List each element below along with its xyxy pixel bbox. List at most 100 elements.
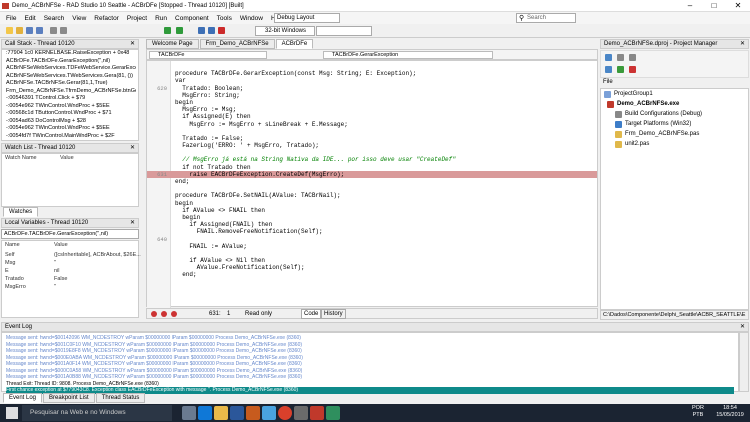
menu-view[interactable]: View xyxy=(68,15,90,22)
locals-context-select[interactable]: ACBrDFe.TACBrDFe.GerarException('',nil) xyxy=(1,229,139,239)
code-line[interactable]: // MsgErro já está na String Nativa da I… xyxy=(147,156,597,163)
code-line[interactable] xyxy=(147,250,597,257)
platform-select[interactable]: 32-bit Windows xyxy=(255,26,315,36)
add-icon[interactable] xyxy=(617,66,624,73)
save-icon[interactable] xyxy=(26,27,33,34)
code-line[interactable] xyxy=(147,149,597,156)
code-line[interactable]: 640 xyxy=(147,236,597,243)
locals-row-name[interactable]: MsgErro xyxy=(5,284,26,290)
call-stack-item[interactable]: -:00546391 TControl.Click + $79 xyxy=(2,95,136,103)
code-line[interactable]: AValue.FreeNotification(Self); xyxy=(147,264,597,271)
code-line[interactable]: begin xyxy=(147,214,597,221)
close-icon[interactable]: ✕ xyxy=(740,323,745,332)
call-stack-item[interactable]: ACBrDFe.TACBrDFe.GerarException('',nil) xyxy=(2,58,136,66)
app-icon[interactable] xyxy=(246,406,260,420)
tree-item-projectgroup[interactable]: ProjectGroup1 xyxy=(604,89,653,99)
clock[interactable]: 18:54 15/05/2019 xyxy=(714,405,746,419)
tab-watches[interactable]: Watches xyxy=(3,207,39,217)
call-stack-item[interactable]: ACBrNFSeWebServices.TWebServices.Gera(81… xyxy=(2,73,136,81)
keyboard-language[interactable]: POR PTB xyxy=(692,405,704,419)
remove-icon[interactable] xyxy=(629,66,636,73)
menu-search[interactable]: Search xyxy=(40,15,69,22)
locals-row-name[interactable]: Tratado xyxy=(5,276,24,282)
close-icon[interactable]: ✕ xyxy=(130,144,135,153)
menu-refactor[interactable]: Refactor xyxy=(90,15,123,22)
code-line[interactable]: MsgErro := Msg; xyxy=(147,106,597,113)
tab-history[interactable]: History xyxy=(321,309,346,319)
outlook-icon[interactable] xyxy=(230,406,244,420)
sync-icon[interactable] xyxy=(605,54,612,61)
code-line[interactable] xyxy=(147,185,597,192)
new-icon[interactable] xyxy=(6,27,13,34)
pause-icon[interactable] xyxy=(198,27,205,34)
locals-row-name[interactable]: Msg xyxy=(5,260,15,266)
expand-icon[interactable] xyxy=(629,54,636,61)
call-stack-item[interactable]: -:0054fd7f TWinControl.MainWndProc + $2F xyxy=(2,133,136,141)
tree-item-platforms[interactable]: Target Platforms (Win32) xyxy=(615,119,691,129)
code-line[interactable]: FazerLog('ERRO: ' + MsgErro, Tratado); xyxy=(147,142,597,149)
app-icon[interactable] xyxy=(326,406,340,420)
code-line[interactable]: if Assigned(FNAIL) then xyxy=(147,221,597,228)
tab-event-log[interactable]: Event Log xyxy=(3,393,43,403)
tab-welcome-page[interactable]: Welcome Page xyxy=(146,39,199,49)
event-log-list[interactable]: Message sent: hwnd=$00142096 WM_NCDESTRO… xyxy=(1,332,739,394)
class-combo[interactable]: TACBrDFe xyxy=(149,51,267,59)
rad-studio-icon[interactable] xyxy=(310,406,324,420)
minimize-button[interactable]: – xyxy=(678,0,702,12)
menu-run[interactable]: Run xyxy=(151,15,171,22)
code-line[interactable]: if AValue <> FNAIL then xyxy=(147,207,597,214)
tab-frm-demo[interactable]: Frm_Demo_ACBrNFSe xyxy=(199,39,275,49)
code-line[interactable]: begin xyxy=(147,200,597,207)
close-button[interactable]: ✕ xyxy=(726,0,750,12)
locals-grid[interactable]: Name Value Self ([csInheritable], ACBrAb… xyxy=(1,240,141,318)
code-line[interactable]: procedure TACBrDFe.GerarException(const … xyxy=(147,70,597,77)
menu-component[interactable]: Component xyxy=(171,15,213,22)
code-line[interactable]: if not Tratado then xyxy=(147,164,597,171)
app-icon[interactable] xyxy=(294,406,308,420)
code-line[interactable]: 620 Tratado: Boolean; xyxy=(147,85,597,92)
tree-item-unit2[interactable]: unit2.pas xyxy=(615,139,649,149)
watch-list[interactable]: Watch Name Value xyxy=(1,153,139,207)
close-icon[interactable]: ✕ xyxy=(740,40,745,49)
locals-row-name[interactable]: Self xyxy=(5,252,14,258)
app-icon[interactable] xyxy=(262,406,276,420)
code-line[interactable] xyxy=(147,63,597,70)
close-icon[interactable]: ✕ xyxy=(130,40,135,49)
code-line[interactable]: 631 raise EACBrDFeException.CreateDef(Ms… xyxy=(147,170,597,178)
tab-breakpoint-list[interactable]: Breakpoint List xyxy=(43,393,95,403)
method-combo[interactable]: TACBrDFe.GerarException xyxy=(323,51,493,59)
layout-select[interactable]: Debug Layout xyxy=(274,13,340,23)
menu-window[interactable]: Window xyxy=(236,15,267,22)
run-icon[interactable] xyxy=(164,27,171,34)
code-line[interactable] xyxy=(147,128,597,135)
build-icon[interactable] xyxy=(605,66,612,73)
taskbar-search[interactable]: Pesquisar na Web e no Windows xyxy=(22,405,172,421)
tab-acbrdfe[interactable]: ACBrDFe xyxy=(275,39,314,49)
menu-file[interactable]: File xyxy=(2,15,20,22)
code-editor[interactable]: procedure TACBrDFe.GerarException(const … xyxy=(146,60,598,308)
code-line[interactable]: if Assigned(E) then xyxy=(147,113,597,120)
code-line[interactable]: var xyxy=(147,77,597,84)
tab-thread-status[interactable]: Thread Status xyxy=(95,393,146,403)
project-tree[interactable]: ProjectGroup1 Demo_ACBrNFSe.exe Build Co… xyxy=(600,88,749,310)
call-stack-item[interactable]: ACBrNFSe.TACBrNFSe.Gerar(81,1,True) xyxy=(2,80,136,88)
code-line[interactable]: FNAIL.RemoveFreeNotification(Self); xyxy=(147,228,597,235)
call-stack-item[interactable]: -:00568c1d TButtonControl.WndProc + $71 xyxy=(2,110,136,118)
call-stack-item[interactable]: :77904 1c0 KERNELBASE.RaiseException + 0… xyxy=(2,50,136,58)
locals-row-name[interactable]: E xyxy=(5,268,9,274)
edge-icon[interactable] xyxy=(198,406,212,420)
back-icon[interactable] xyxy=(50,27,57,34)
tab-code[interactable]: Code xyxy=(301,309,322,319)
menu-tools[interactable]: Tools xyxy=(213,15,236,22)
call-stack-item[interactable]: -:0054ad63 DoControlMsg + $28 xyxy=(2,118,136,126)
code-line[interactable]: MsgErro := MsgErro + sLineBreak + E.Mess… xyxy=(147,121,597,128)
maximize-button[interactable]: □ xyxy=(702,0,726,12)
explorer-icon[interactable] xyxy=(214,406,228,420)
forward-icon[interactable] xyxy=(60,27,67,34)
menu-project[interactable]: Project xyxy=(123,15,151,22)
windows-start-icon[interactable] xyxy=(6,407,18,419)
search-input[interactable]: Search xyxy=(516,13,576,23)
call-stack-item[interactable]: Frm_Demo_ACBrNFSe.TfrmDemo_ACBrNFSe.btnG… xyxy=(2,88,136,96)
tree-item-build-config[interactable]: Build Configurations (Debug) xyxy=(615,109,702,119)
tree-item-frm-demo[interactable]: Frm_Demo_ACBrNFSe.pas xyxy=(615,129,699,139)
